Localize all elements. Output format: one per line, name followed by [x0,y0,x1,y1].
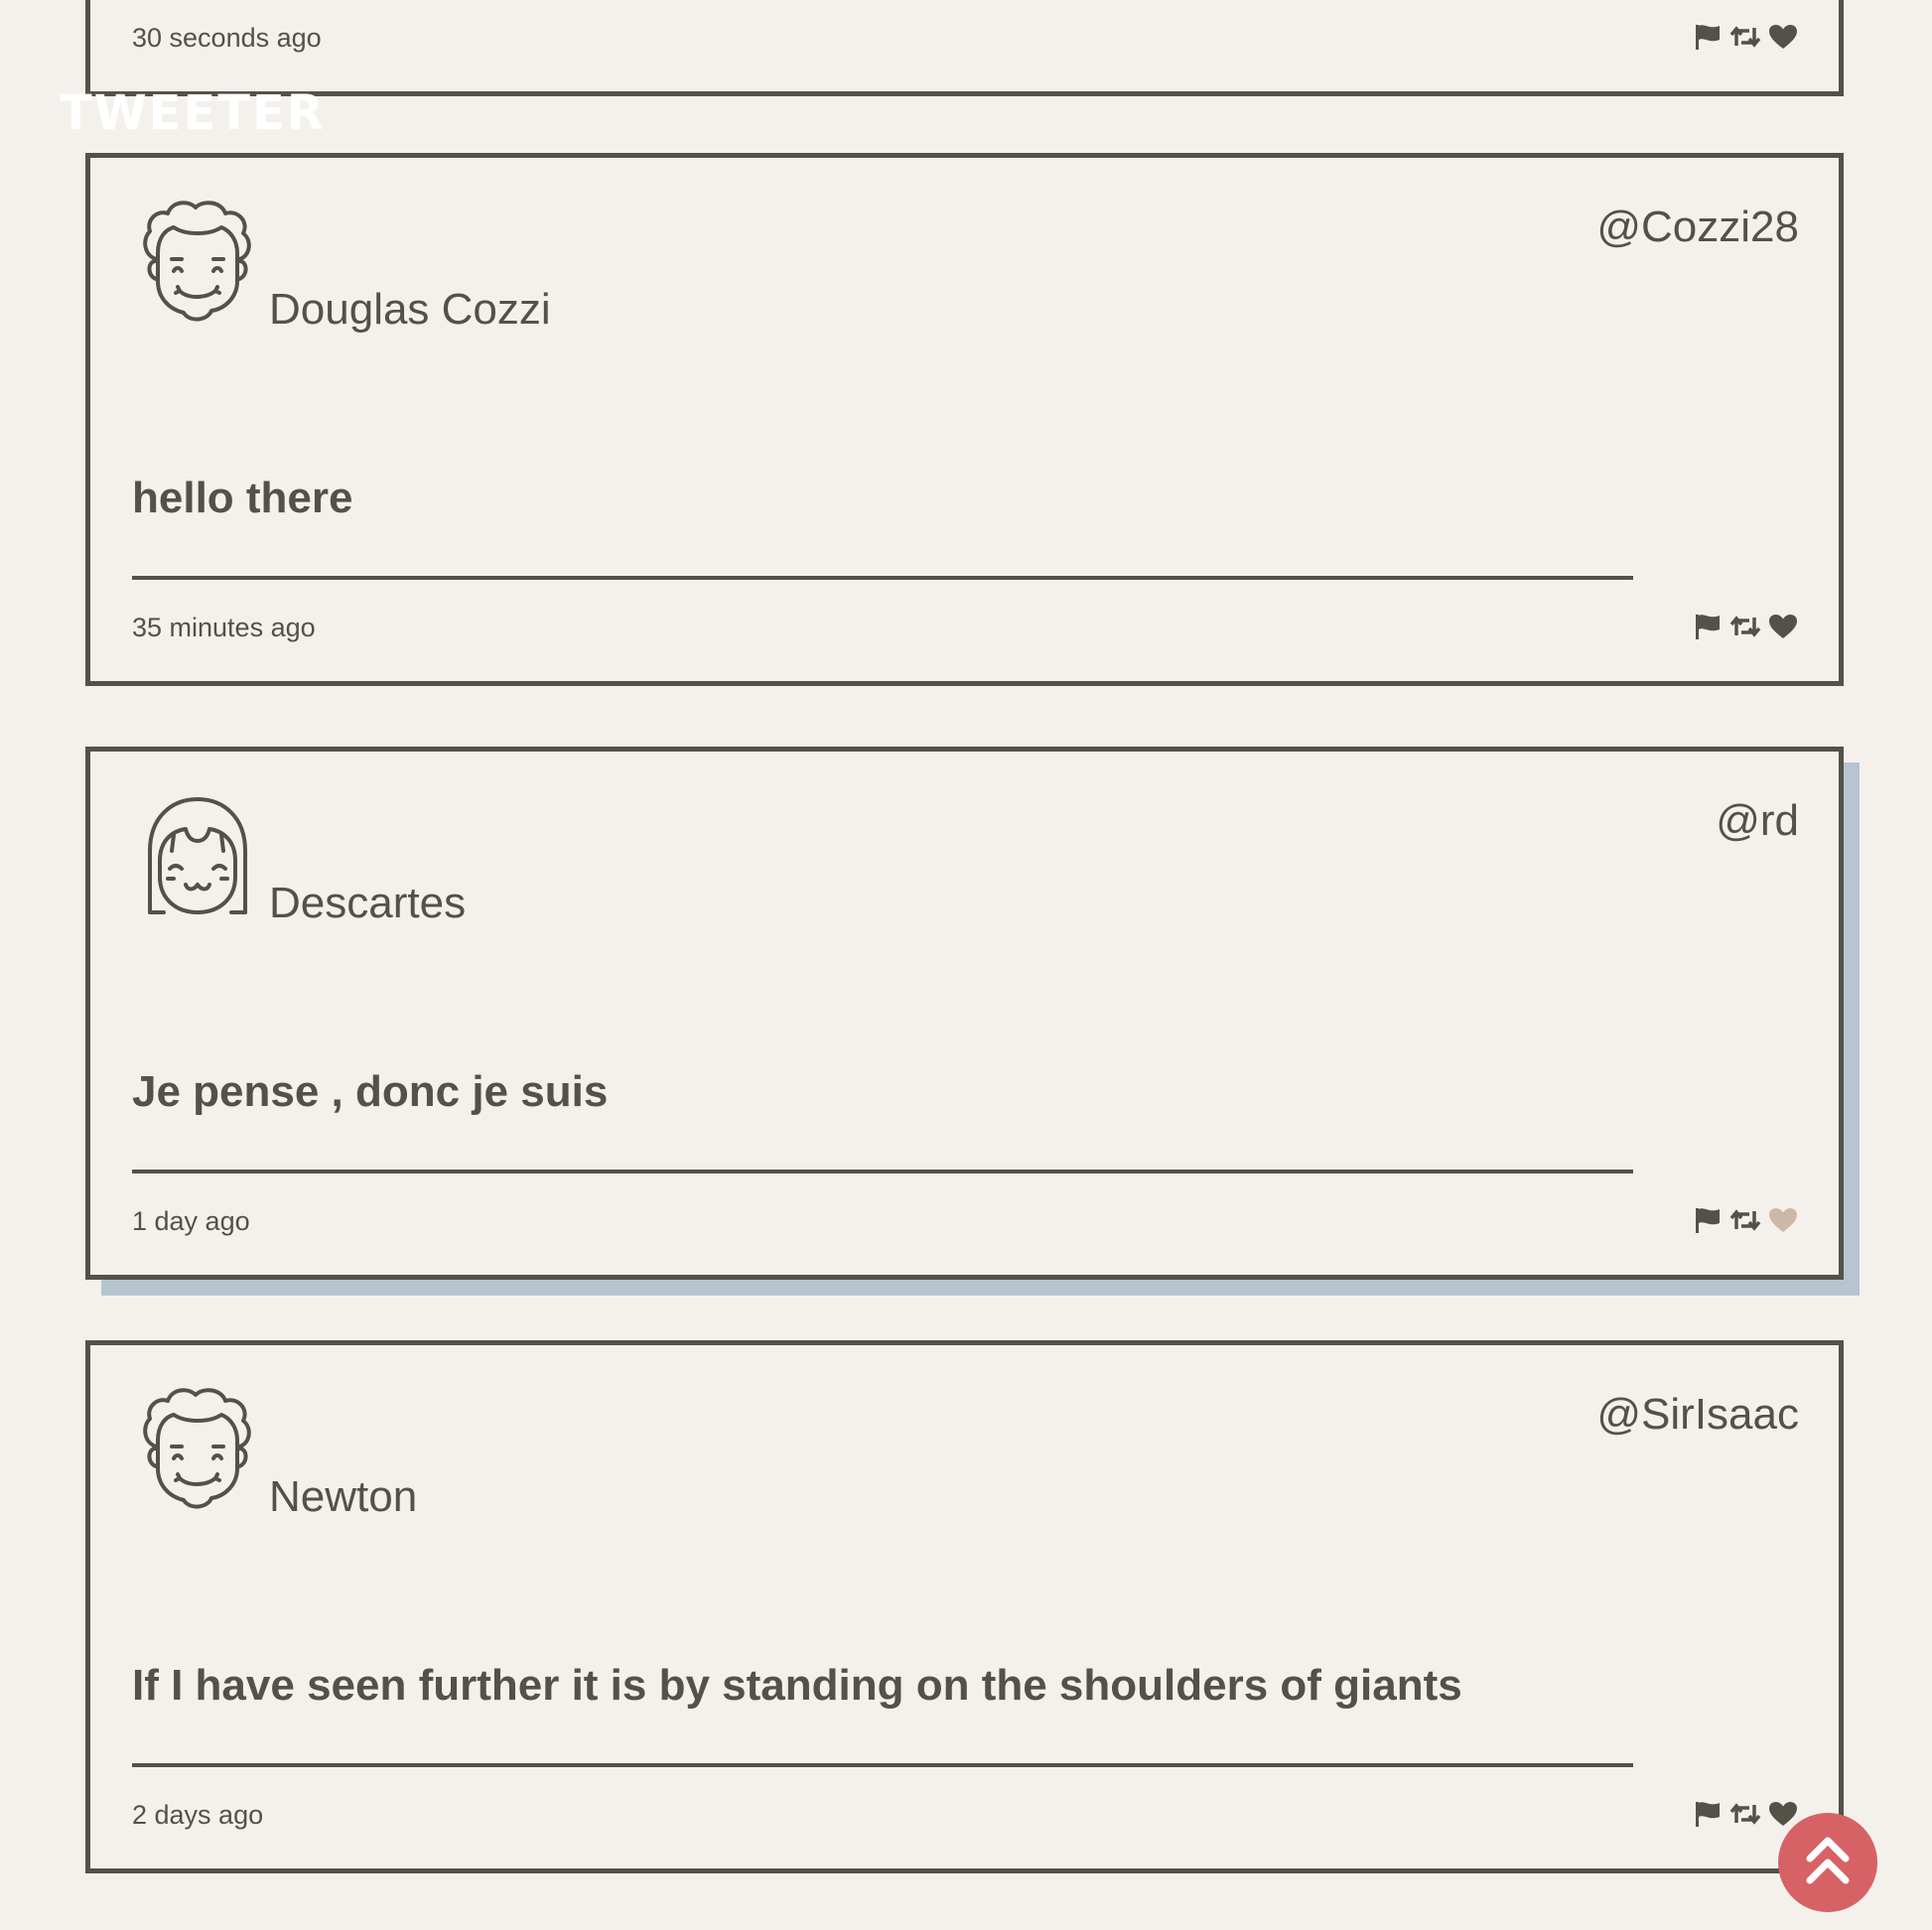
author-display-name: Newton [269,1472,418,1521]
double-chevron-up-icon [1804,1835,1852,1891]
tweet-card: Douglas Cozzi @Cozzi28 hello there 35 mi… [85,153,1844,686]
author-handle[interactable]: @SirIsaac [1596,1390,1799,1440]
heart-icon[interactable] [1767,21,1799,53]
author-display-name: Douglas Cozzi [269,285,551,334]
tweet-actions [1692,1204,1799,1236]
bob-hair-face-icon [136,791,259,920]
tweet-actions [1692,611,1799,642]
author-handle[interactable]: @Cozzi28 [1596,203,1799,252]
app-logo[interactable]: TWEETER [60,89,326,137]
retweet-icon[interactable] [1729,611,1761,642]
heart-icon[interactable] [1767,611,1799,642]
tweet-timestamp: 35 minutes ago [132,613,316,642]
tweet-card-previous: 30 seconds ago [85,0,1844,96]
tweet-content: Je pense , donc je suis [132,1067,609,1116]
retweet-icon[interactable] [1729,21,1761,53]
tweet-divider [132,1170,1633,1173]
scroll-to-top-button[interactable] [1778,1813,1877,1912]
retweet-icon[interactable] [1729,1798,1761,1830]
flag-icon[interactable] [1692,1204,1724,1236]
tweet-timestamp: 2 days ago [132,1800,264,1830]
flag-icon[interactable] [1692,21,1724,53]
tweet-divider [132,576,1633,580]
author-display-name: Descartes [269,879,467,927]
tweet-actions [1692,21,1799,53]
curly-hair-face-icon [136,198,259,327]
flag-icon[interactable] [1692,611,1724,642]
heart-icon[interactable] [1767,1204,1799,1236]
tweet-divider [132,1763,1633,1767]
tweet-content: If I have seen further it is by standing… [132,1661,1462,1710]
retweet-icon[interactable] [1729,1204,1761,1236]
tweet-actions [1692,1798,1799,1830]
tweet-timestamp: 30 seconds ago [132,23,322,53]
tweet-card: Newton @SirIsaac If I have seen further … [85,1340,1844,1873]
tweet-timestamp: 1 day ago [132,1206,250,1236]
author-handle[interactable]: @rd [1716,796,1799,846]
curly-hair-face-icon [136,1385,259,1514]
tweet-card: Descartes @rd Je pense , donc je suis 1 … [85,747,1844,1280]
tweet-content: hello there [132,474,353,522]
tweet-feed: 30 seconds ago TWEETER Douglas Cozzi @Co… [0,0,1932,1930]
flag-icon[interactable] [1692,1798,1724,1830]
